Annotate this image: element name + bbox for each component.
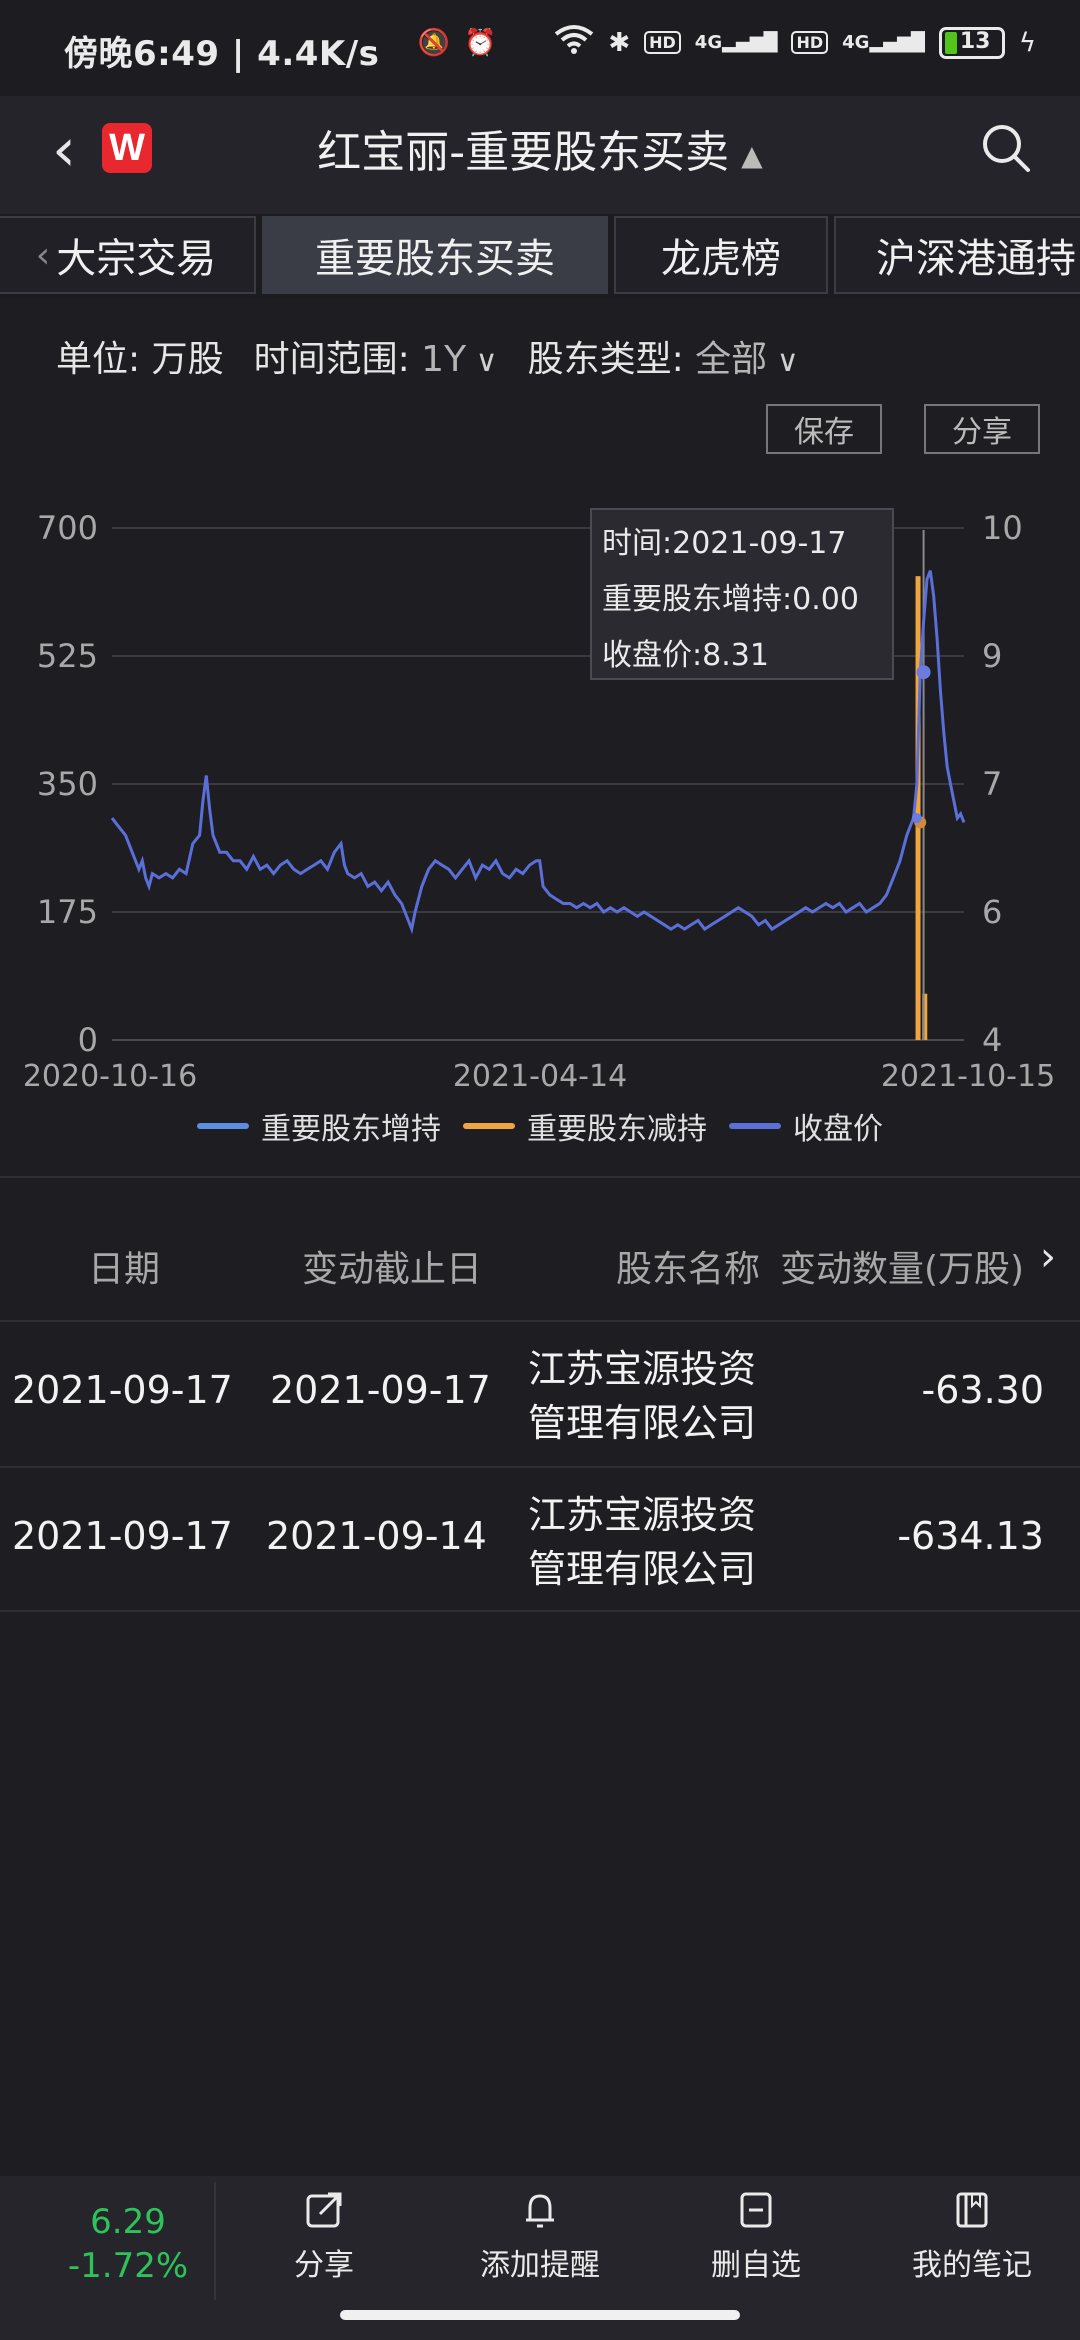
mute-icon: 🔕 bbox=[417, 27, 450, 58]
x-tick: 2020-10-16 bbox=[23, 1059, 197, 1094]
divider bbox=[214, 2182, 216, 2300]
col-qty: 变动数量(万股) bbox=[780, 1249, 1025, 1290]
page-title[interactable]: 红宝丽-重要股东买卖 ▲ bbox=[0, 116, 1080, 180]
signal-icon: 4G▂▄▆█ bbox=[694, 32, 778, 53]
y-right-tick: 10 bbox=[982, 509, 1023, 547]
x-tick: 2021-10-15 bbox=[881, 1059, 1055, 1094]
charging-icon: ϟ bbox=[1018, 27, 1036, 58]
divider bbox=[0, 1176, 1080, 1178]
chart-legend: 重要股东增持 重要股东减持 收盘价 bbox=[0, 1104, 1080, 1148]
status-time: 傍晚6:49 | 4.4K/s bbox=[64, 34, 380, 74]
y-left-tick: 0 bbox=[78, 1021, 98, 1059]
decrease-bar bbox=[915, 576, 921, 1040]
price-marker bbox=[916, 665, 931, 680]
tab-hk-connect[interactable]: 沪深港通持 bbox=[834, 216, 1080, 294]
y-left-tick: 350 bbox=[37, 765, 98, 803]
add-alert-button[interactable]: 添加提醒 bbox=[440, 2190, 640, 2284]
tab-major-shareholder[interactable]: 重要股东买卖 bbox=[262, 216, 608, 294]
status-icons: 🔕 ⏰ ✱ HD 4G▂▄▆█ HD 4G▂▄▆█ 13 ϟ bbox=[418, 24, 1036, 61]
legend-increase[interactable]: 重要股东增持 bbox=[197, 1104, 441, 1148]
status-bar: 傍晚6:49 | 4.4K/s 🔕 ⏰ ✱ HD 4G▂▄▆█ HD 4G▂▄▆… bbox=[0, 0, 1080, 96]
x-tick: 2021-04-14 bbox=[453, 1059, 627, 1094]
price-change: -1.72% bbox=[67, 2246, 189, 2286]
range-filter[interactable]: 时间范围: 1Y ∨ bbox=[254, 330, 498, 382]
legend-close-price[interactable]: 收盘价 bbox=[729, 1104, 883, 1148]
chevron-down-icon: ∨ bbox=[767, 344, 799, 379]
tab-dragon-tiger[interactable]: 龙虎榜 bbox=[614, 216, 828, 294]
col-end-date: 变动截止日 bbox=[302, 1249, 483, 1290]
remove-watchlist-button[interactable]: 删自选 bbox=[656, 2190, 856, 2284]
table-row[interactable]: 2021-09-17 2021-09-14 江苏宝源投资管理有限公司 -634.… bbox=[0, 1468, 1080, 1614]
y-left-tick: 175 bbox=[37, 893, 98, 931]
type-filter[interactable]: 股东类型: 全部 ∨ bbox=[528, 330, 799, 382]
share-chart-button[interactable]: 分享 bbox=[924, 404, 1040, 454]
search-icon[interactable] bbox=[980, 122, 1032, 174]
home-indicator[interactable] bbox=[340, 2310, 740, 2320]
y-left-tick: 525 bbox=[37, 637, 98, 675]
wifi-icon bbox=[554, 24, 594, 61]
share-icon bbox=[306, 2192, 342, 2228]
tooltip-time: 时间:2021-09-17 bbox=[602, 526, 847, 561]
divider bbox=[0, 1610, 1080, 1612]
remove-icon bbox=[740, 2192, 772, 2228]
chevron-left-icon: ‹ bbox=[35, 234, 51, 276]
y-right-tick: 4 bbox=[982, 1021, 1002, 1059]
chevron-right-icon[interactable]: › bbox=[1040, 1234, 1056, 1280]
table-header: 日期 变动截止日 股东名称 变动数量(万股) › bbox=[0, 1212, 1080, 1322]
signal-icon-2: 4G▂▄▆█ bbox=[842, 32, 925, 53]
y-left-tick: 700 bbox=[37, 509, 98, 547]
table-row[interactable]: 2021-09-17 2021-09-17 江苏宝源投资管理有限公司 -63.3… bbox=[0, 1322, 1080, 1468]
save-button[interactable]: 保存 bbox=[766, 404, 882, 454]
alarm-icon: ⏰ bbox=[463, 27, 497, 58]
app-header: ‹ W 红宝丽-重要股东买卖 ▲ bbox=[0, 96, 1080, 214]
tab-block-trade[interactable]: ‹ 大宗交易 bbox=[0, 216, 256, 294]
y-right-tick: 6 bbox=[982, 893, 1002, 931]
last-price: 6.29 bbox=[90, 2202, 166, 2242]
unit-label: 单位: 万股 bbox=[56, 339, 224, 380]
bell-icon bbox=[526, 2194, 554, 2228]
filter-row: 单位: 万股 时间范围: 1Y ∨ 股东类型: 全部 ∨ bbox=[56, 330, 799, 382]
battery-icon: 13 bbox=[938, 26, 1005, 59]
y-right-tick: 9 bbox=[982, 637, 1002, 675]
dropdown-triangle-icon: ▲ bbox=[741, 138, 763, 172]
shareholder-chart[interactable]: 700 525 350 175 0 10 9 7 6 4 2020-10-16 2021-04-14 2… bbox=[0, 480, 1080, 1160]
bluetooth-icon: ✱ bbox=[608, 27, 631, 58]
col-date: 日期 bbox=[88, 1249, 161, 1290]
y-right-tick: 7 bbox=[982, 765, 1002, 803]
price-display[interactable]: 6.29 -1.72% bbox=[38, 2200, 218, 2288]
increase-marker bbox=[911, 813, 922, 824]
chevron-down-icon: ∨ bbox=[466, 344, 498, 379]
chart-tooltip: 时间:2021-09-17 重要股东增持:0.00 收盘价:8.31 bbox=[590, 508, 894, 680]
tooltip-close: 收盘价:8.31 bbox=[602, 638, 769, 673]
notebook-icon bbox=[956, 2192, 988, 2228]
tab-bar: ‹ 大宗交易 重要股东买卖 龙虎榜 沪深港通持 bbox=[0, 214, 1080, 298]
my-notes-button[interactable]: 我的笔记 bbox=[872, 2190, 1072, 2284]
hd-badge-2: HD bbox=[791, 31, 829, 54]
tooltip-increase: 重要股东增持:0.00 bbox=[602, 582, 859, 617]
share-button[interactable]: 分享 bbox=[224, 2190, 424, 2284]
hd-badge: HD bbox=[644, 31, 681, 54]
col-holder: 股东名称 bbox=[616, 1249, 761, 1290]
legend-decrease[interactable]: 重要股东减持 bbox=[463, 1104, 707, 1148]
